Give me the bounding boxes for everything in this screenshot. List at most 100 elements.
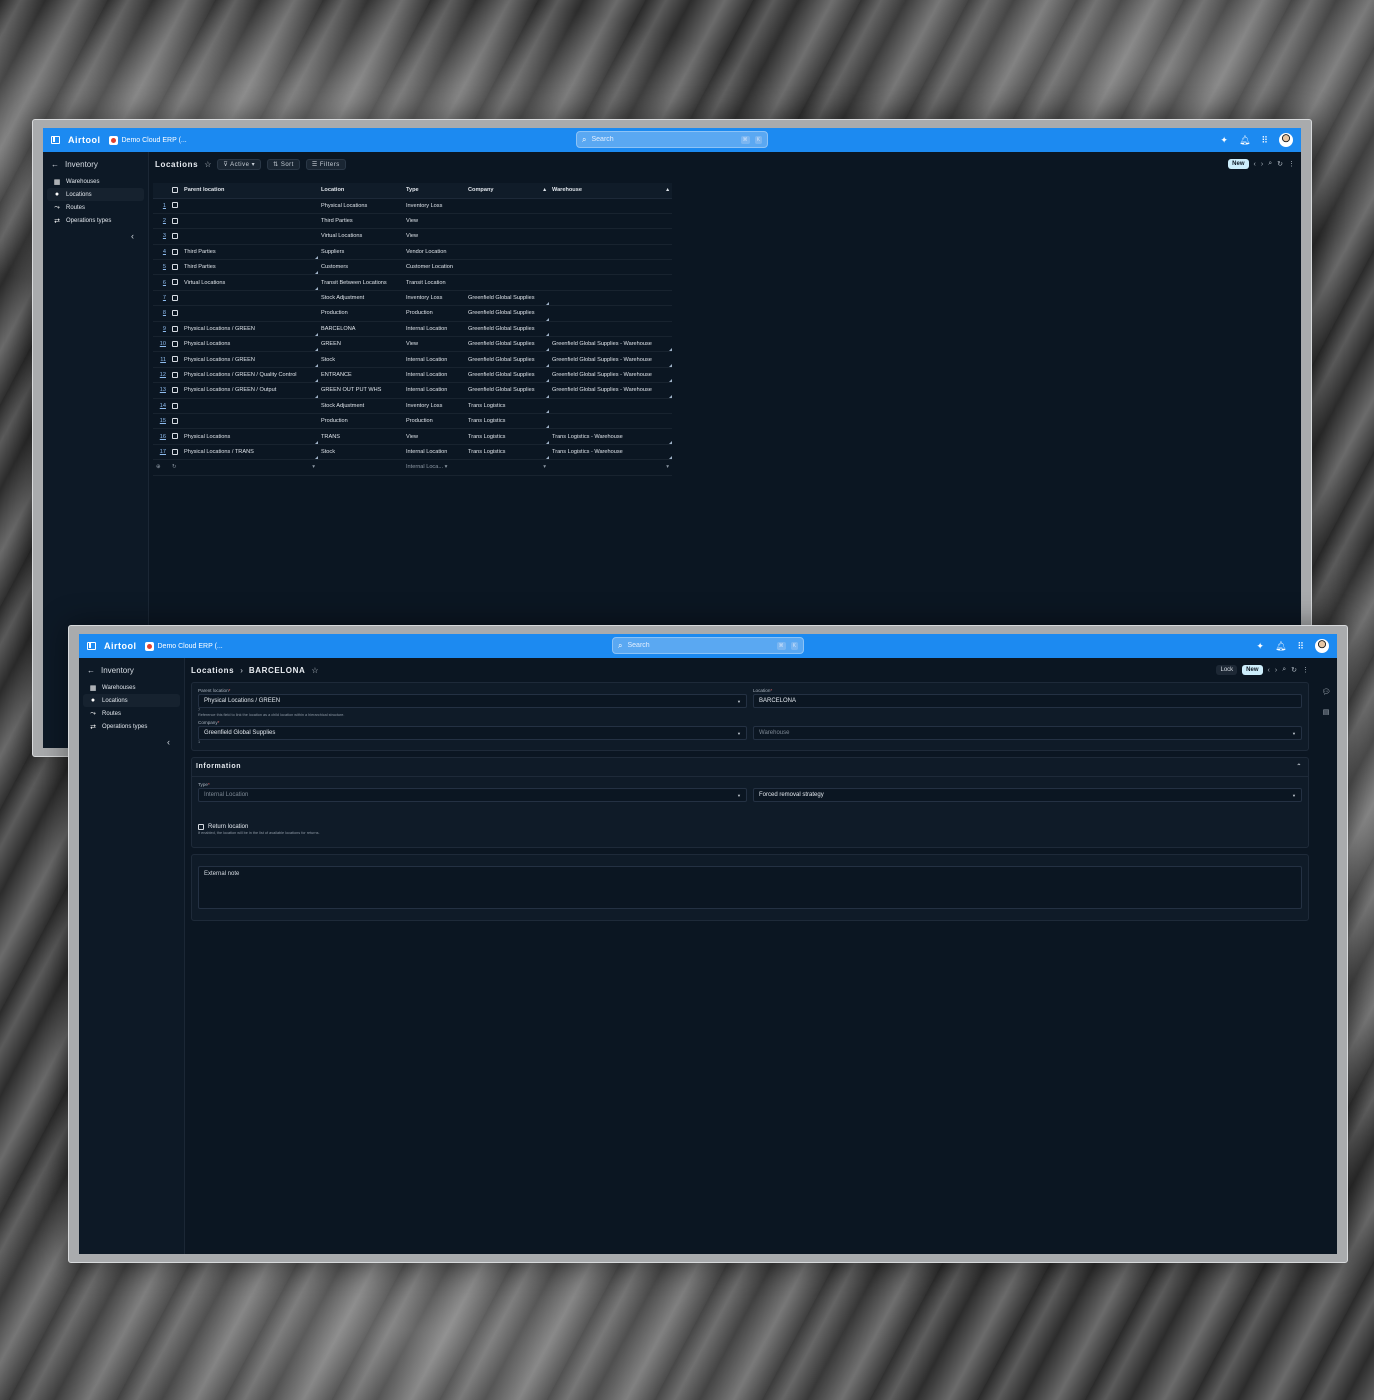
- parent-location-select[interactable]: Physical Locations / GREEN ▼: [198, 694, 747, 708]
- brand-name[interactable]: Airtool: [104, 641, 137, 651]
- sidebar-back-inventory[interactable]: ← Inventory: [47, 160, 144, 175]
- cell-location[interactable]: Stock Adjustment: [318, 290, 403, 307]
- chat-icon[interactable]: 💬︎: [1322, 688, 1331, 696]
- row-select-cell[interactable]: [169, 290, 181, 307]
- cell-type[interactable]: Internal Location: [403, 382, 465, 399]
- row-checkbox[interactable]: [172, 217, 178, 224]
- row-number[interactable]: 3: [153, 228, 169, 245]
- row-select-cell[interactable]: [169, 321, 181, 338]
- table-row[interactable]: 14 Stock Adjustment Inventory Loss Trans Lo…: [153, 398, 672, 414]
- cell-warehouse[interactable]: [549, 321, 672, 338]
- cell-parent[interactable]: Physical Locations / GREEN: [181, 321, 318, 338]
- row-checkbox[interactable]: [172, 233, 178, 240]
- cell-location[interactable]: GREEN: [318, 336, 403, 353]
- row-checkbox[interactable]: [172, 279, 178, 286]
- column-header-warehouse[interactable]: Warehouse ▴: [549, 183, 672, 199]
- row-number[interactable]: 10: [153, 336, 169, 353]
- type-select[interactable]: Internal Location ▼: [198, 788, 747, 802]
- search-input[interactable]: [591, 136, 736, 143]
- cell-parent[interactable]: Third Parties: [181, 244, 318, 261]
- row-number[interactable]: 14: [153, 398, 169, 414]
- row-checkbox[interactable]: [172, 371, 178, 378]
- next-icon[interactable]: ›: [1275, 667, 1277, 674]
- row-select-cell[interactable]: [169, 382, 181, 399]
- apps-grid-icon[interactable]: ⠿: [1297, 641, 1304, 652]
- row-number[interactable]: 7: [153, 290, 169, 307]
- row-select-cell[interactable]: [169, 413, 181, 430]
- cell-warehouse[interactable]: Greenfield Global Supplies - Warehouse: [549, 351, 672, 368]
- table-row[interactable]: 17 Physical Locations / TRANS Stock Interna…: [153, 444, 672, 461]
- cell-parent[interactable]: Physical Locations / GREEN: [181, 351, 318, 368]
- cell-type[interactable]: Internal Location: [403, 367, 465, 384]
- cell-type[interactable]: Inventory Loss: [403, 198, 465, 214]
- more-icon[interactable]: ⋮: [1288, 160, 1295, 168]
- more-icon[interactable]: ⋮: [1302, 666, 1309, 674]
- sort-button[interactable]: ⇅ Sort: [267, 158, 300, 170]
- row-number[interactable]: 15: [153, 413, 169, 430]
- cell-parent[interactable]: [181, 198, 318, 214]
- search-box[interactable]: ⌕ ⌘ K: [576, 131, 768, 148]
- cell-warehouse[interactable]: Trans Logistics - Warehouse: [549, 428, 672, 445]
- refresh-icon[interactable]: ↻: [1277, 160, 1283, 168]
- sidebar-item-locations[interactable]: ● Locations: [47, 188, 144, 201]
- cell-location[interactable]: GREEN OUT PUT WHS: [318, 382, 403, 399]
- table-row[interactable]: 6 Virtual Locations Transit Between Locati…: [153, 274, 672, 291]
- search-icon[interactable]: ⌕: [1282, 666, 1286, 674]
- sidebar-item-warehouses[interactable]: ▦ Warehouses: [47, 175, 144, 188]
- cell-location[interactable]: Production: [318, 413, 403, 430]
- location-input[interactable]: BARCELONA: [753, 694, 1302, 708]
- row-checkbox[interactable]: [172, 417, 178, 424]
- prev-icon[interactable]: ‹: [1268, 667, 1270, 674]
- row-select-cell[interactable]: [169, 428, 181, 445]
- cell-parent[interactable]: [181, 213, 318, 230]
- table-row[interactable]: 11 Physical Locations / GREEN Stock Interna…: [153, 351, 672, 368]
- sidebar-item-routes[interactable]: ⤳ Routes: [83, 707, 180, 720]
- filters-button[interactable]: ☰ Filters: [305, 158, 346, 170]
- new-company-cell[interactable]: ▾: [465, 459, 549, 476]
- cell-company[interactable]: Trans Logistics: [465, 398, 549, 414]
- cell-type[interactable]: View: [403, 428, 465, 445]
- cell-company[interactable]: [465, 213, 549, 230]
- cell-company[interactable]: Trans Logistics: [465, 413, 549, 430]
- cell-location[interactable]: Stock Adjustment: [318, 398, 403, 414]
- ai-sparkle-icon[interactable]: ✦: [1256, 641, 1264, 652]
- table-row[interactable]: 15 Production Production Trans Logistics: [153, 413, 672, 430]
- row-number[interactable]: 6: [153, 274, 169, 291]
- row-select-cell[interactable]: [169, 444, 181, 461]
- cell-company[interactable]: [465, 228, 549, 245]
- row-number[interactable]: 2: [153, 213, 169, 230]
- row-select-cell[interactable]: [169, 244, 181, 261]
- cell-type[interactable]: Internal Location: [403, 444, 465, 461]
- cell-location[interactable]: BARCELONA: [318, 321, 403, 338]
- cell-warehouse[interactable]: [549, 213, 672, 230]
- table-row[interactable]: 16 Physical Locations TRANS View Trans Logis…: [153, 428, 672, 445]
- row-number[interactable]: 5: [153, 259, 169, 276]
- sidebar-item-operations-types[interactable]: ⇄ Operations types: [47, 214, 144, 227]
- select-all-cell[interactable]: [169, 183, 181, 199]
- refresh-icon[interactable]: ↻: [1291, 666, 1297, 674]
- star-icon[interactable]: ☆: [204, 160, 211, 169]
- return-location-row[interactable]: Return location: [198, 824, 1302, 830]
- cell-parent[interactable]: Physical Locations / TRANS: [181, 444, 318, 461]
- row-number[interactable]: 1: [153, 198, 169, 214]
- avatar[interactable]: [1279, 133, 1293, 147]
- collapse-sidebar-icon[interactable]: ‹: [47, 227, 144, 245]
- bell-icon[interactable]: 🔔︎: [1275, 641, 1286, 652]
- row-checkbox[interactable]: [172, 264, 178, 271]
- cell-company[interactable]: Trans Logistics: [465, 444, 549, 461]
- cell-location[interactable]: Physical Locations: [318, 198, 403, 214]
- star-icon[interactable]: ☆: [311, 666, 318, 675]
- row-checkbox[interactable]: [172, 202, 178, 209]
- row-checkbox[interactable]: [172, 402, 178, 409]
- row-checkbox[interactable]: [172, 325, 178, 332]
- row-checkbox[interactable]: [172, 340, 178, 347]
- cell-parent[interactable]: [181, 305, 318, 322]
- cell-warehouse[interactable]: Trans Logistics - Warehouse: [549, 444, 672, 461]
- cell-location[interactable]: Suppliers: [318, 244, 403, 261]
- new-button[interactable]: New: [1228, 159, 1249, 169]
- row-select-cell[interactable]: [169, 213, 181, 230]
- column-header-company[interactable]: Company ▴: [465, 183, 549, 199]
- cell-warehouse[interactable]: [549, 198, 672, 214]
- cell-company[interactable]: Greenfield Global Supplies: [465, 290, 549, 307]
- cell-company[interactable]: Greenfield Global Supplies: [465, 382, 549, 399]
